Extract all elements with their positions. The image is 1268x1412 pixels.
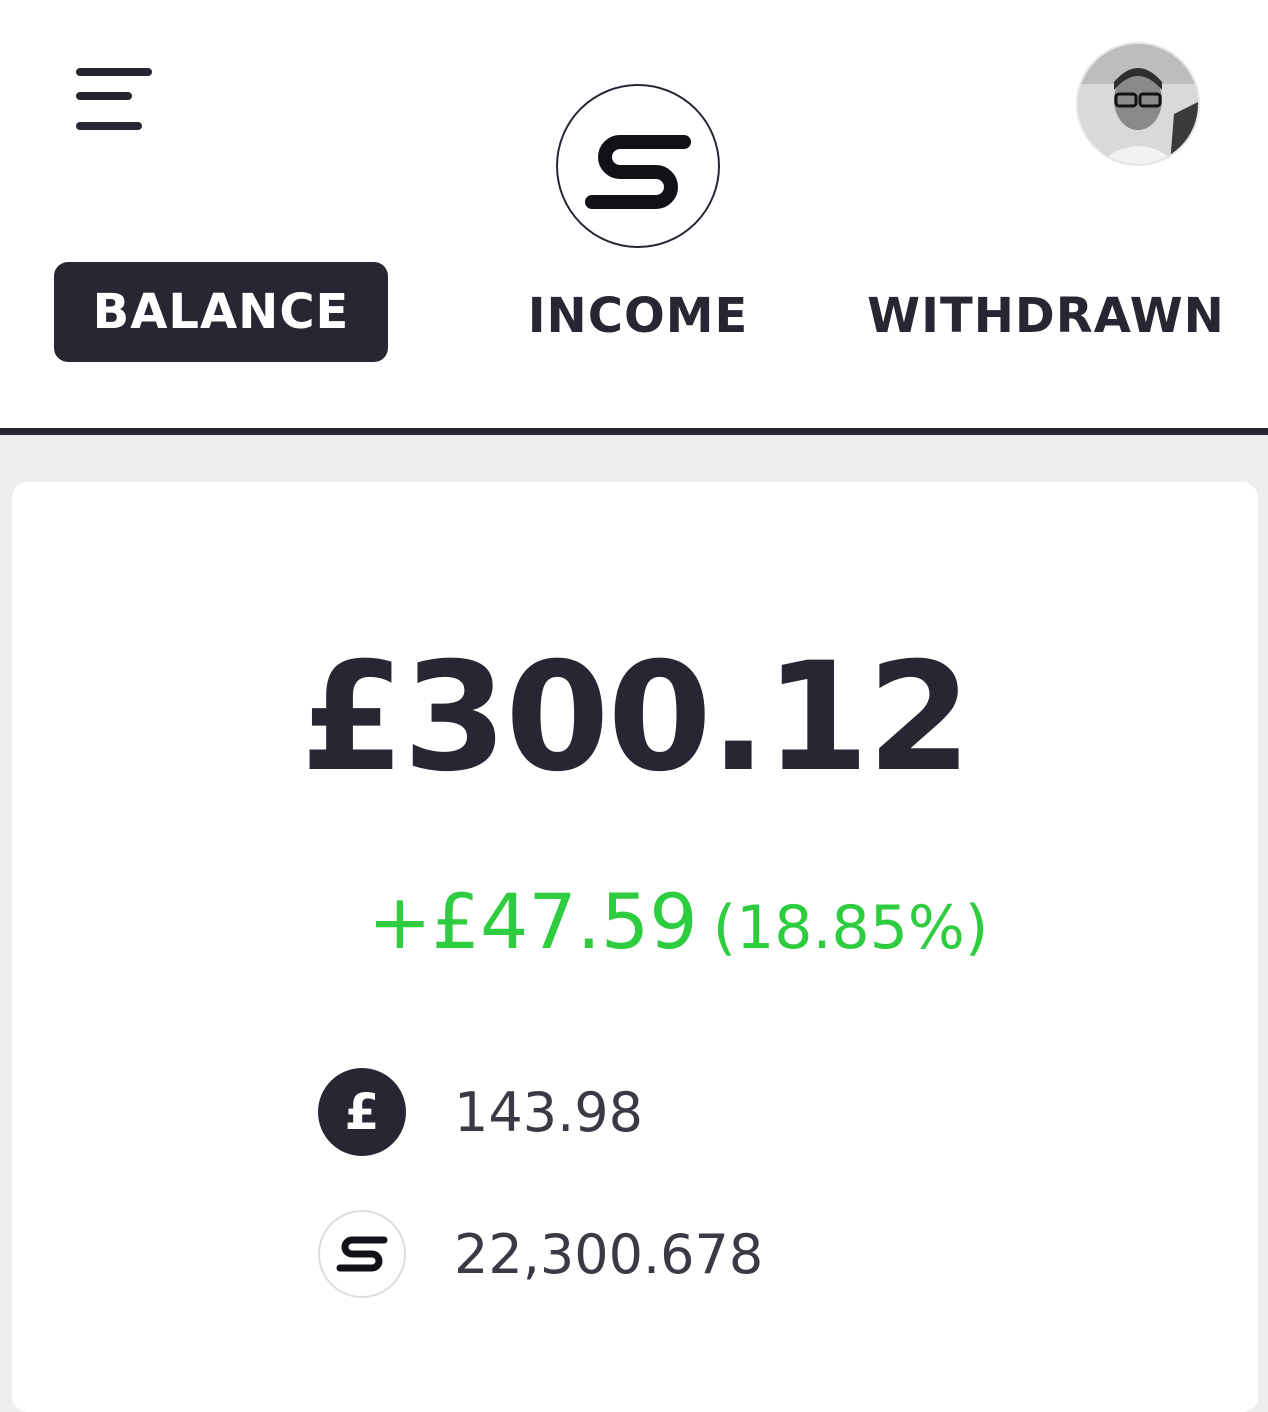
holding-token: 22,300.678 [318,1210,763,1298]
s-token-icon [318,1210,406,1298]
s-logo-icon[interactable] [556,84,720,248]
header-divider [0,428,1268,435]
hamburger-menu-icon[interactable] [66,60,162,140]
pound-coin-icon: £ [318,1068,406,1156]
total-balance: £300.12 [300,631,971,805]
gbp-value: 143.98 [454,1080,643,1144]
token-value: 22,300.678 [454,1222,764,1286]
tab-income[interactable]: INCOME [520,288,756,344]
tab-withdrawn[interactable]: WITHDRAWN [858,288,1234,344]
change-percent: (18.85%) [712,893,989,963]
change-amount: +£47.59 [368,877,698,966]
user-avatar[interactable] [1078,44,1198,164]
holding-gbp: £ 143.98 [318,1068,643,1156]
pound-symbol: £ [344,1083,380,1141]
avatar-image [1078,44,1198,164]
tab-balance[interactable]: BALANCE [54,262,388,362]
balance-change: +£47.59 (18.85%) [368,872,988,978]
balance-card: £300.12 +£47.59 (18.85%) £ 143.98 22,300… [12,482,1258,1412]
app-header: BALANCE INCOME WITHDRAWN [0,0,1268,430]
